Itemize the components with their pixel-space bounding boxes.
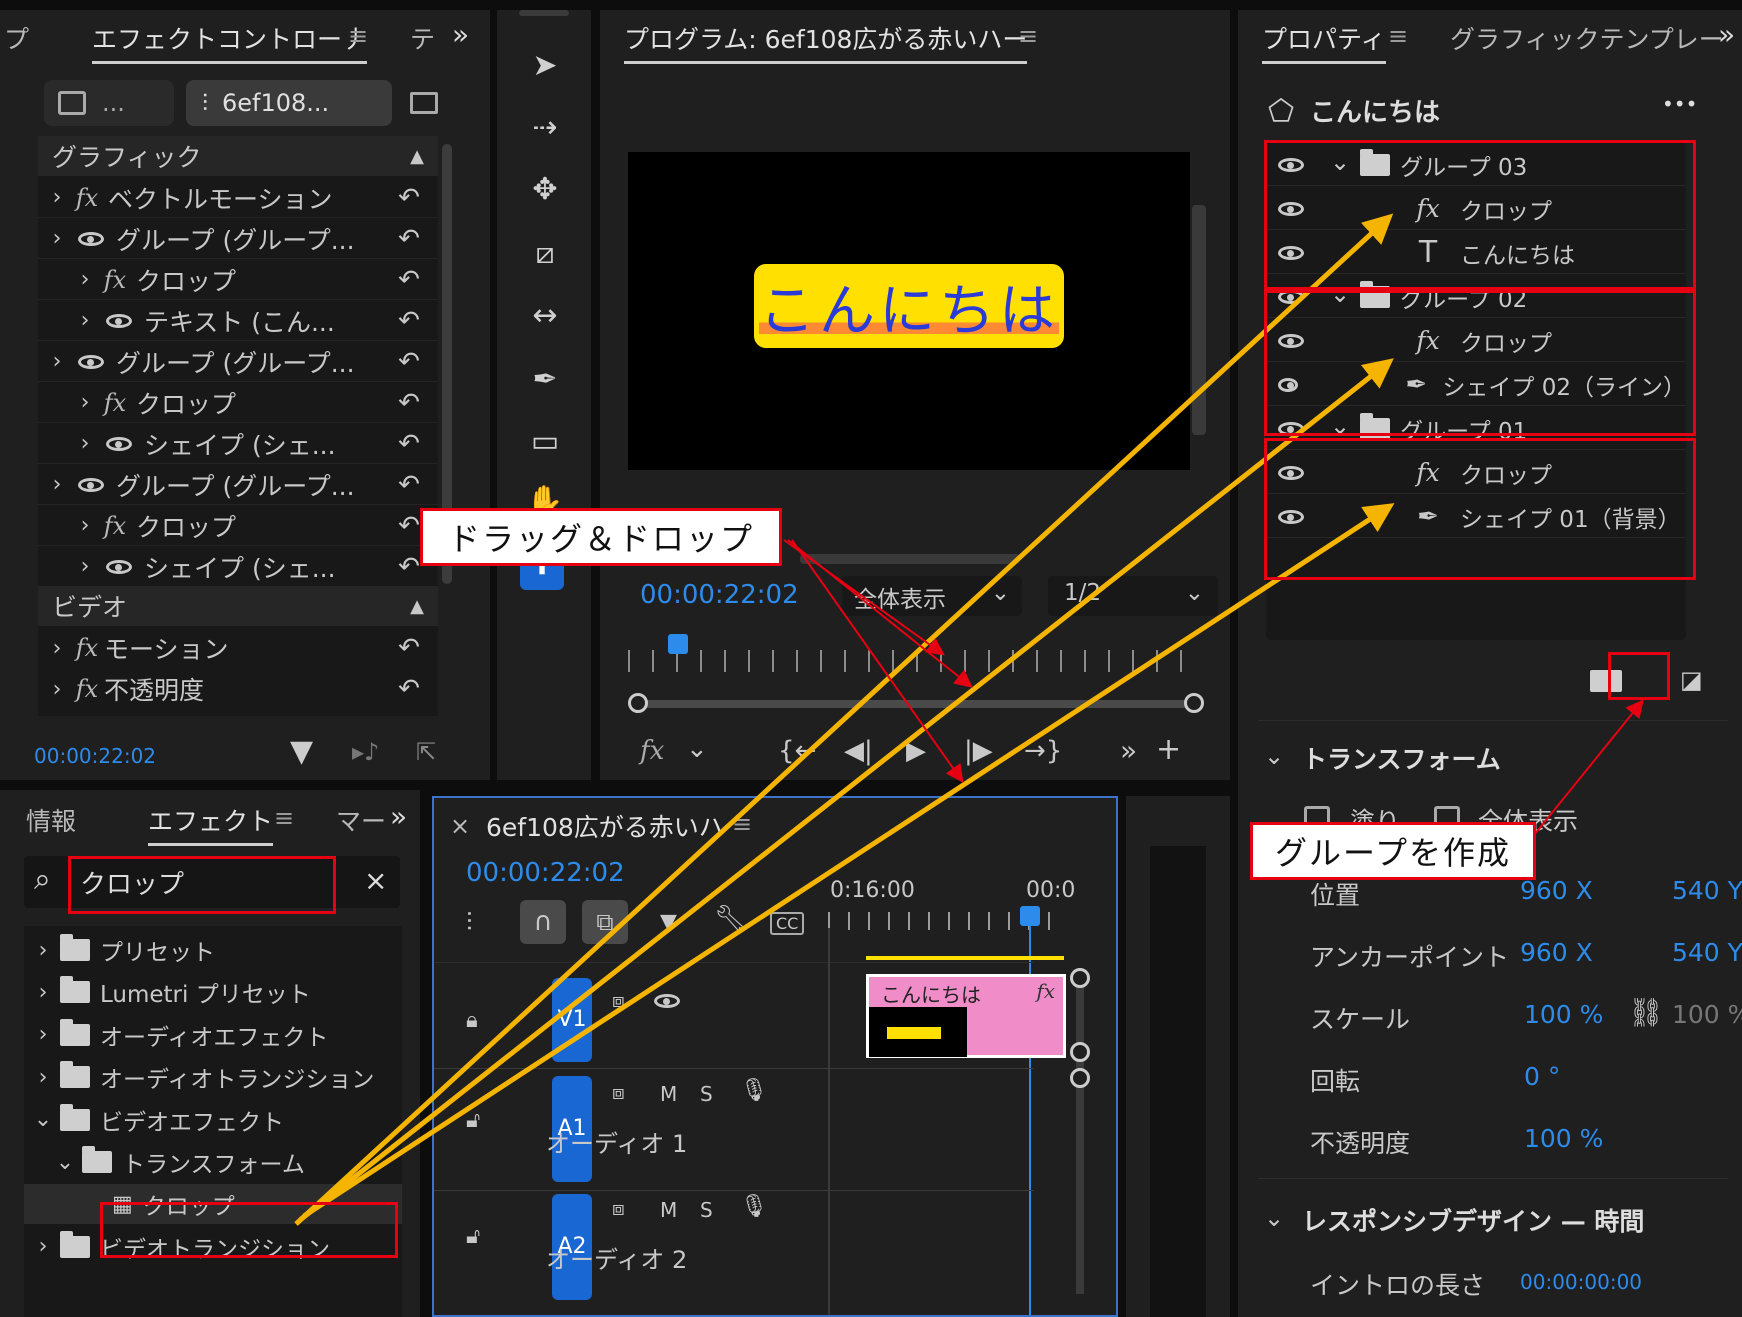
- drag-arrow-group-02: [298, 358, 1394, 1222]
- highlight-group-03: [1264, 140, 1696, 290]
- create-group-callout: グループを作成: [1250, 822, 1536, 880]
- highlight-group-01: [1264, 438, 1696, 580]
- highlight-create-group: [1608, 652, 1670, 700]
- red-callout-arrows: [783, 539, 1644, 841]
- callout-arrow: [1529, 699, 1644, 841]
- highlight-search: [68, 856, 336, 914]
- highlight-group-02: [1264, 290, 1696, 436]
- drag-arrow-group-01: [302, 503, 1395, 1219]
- highlight-crop-effect: [100, 1202, 398, 1258]
- drag-arrow-group-03: [294, 213, 1394, 1226]
- drag-drop-callout: ドラッグ＆ドロップ: [420, 508, 782, 566]
- orange-drag-arrows: [294, 213, 1395, 1226]
